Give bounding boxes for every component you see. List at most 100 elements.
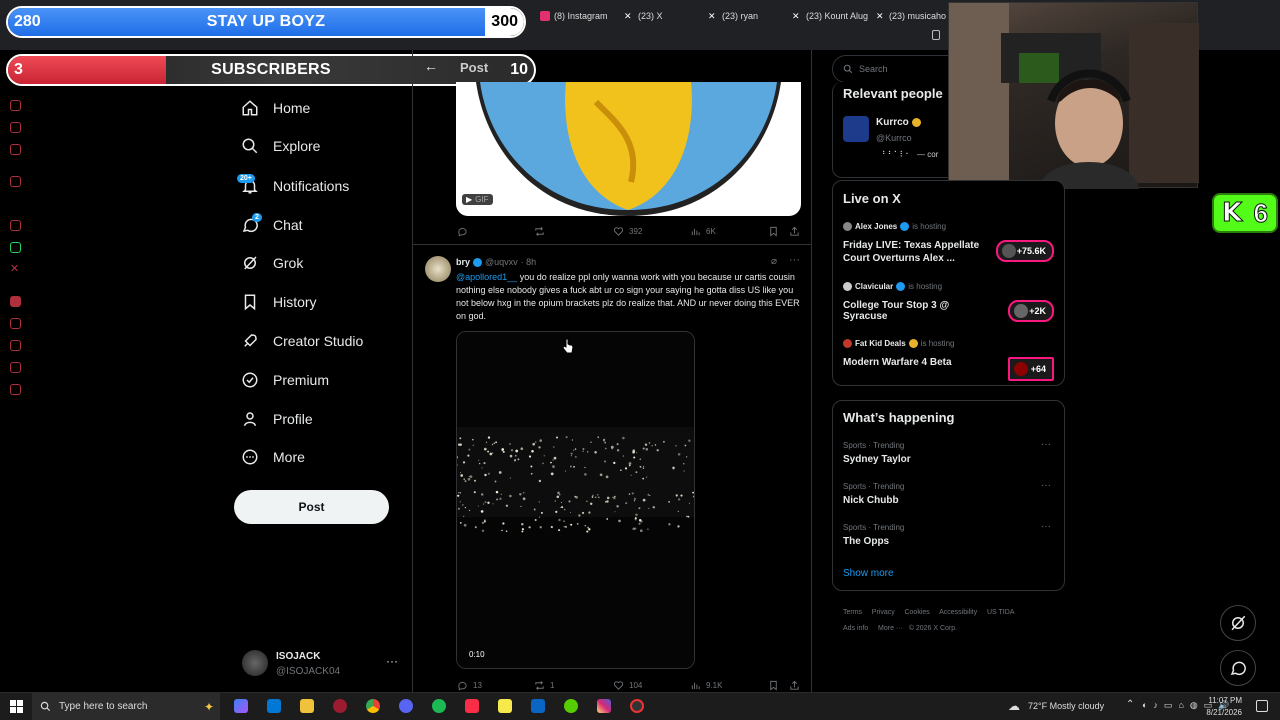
more-dots-icon[interactable]: ··· xyxy=(789,254,800,266)
copilot-icon[interactable] xyxy=(234,699,248,713)
more-dots-icon[interactable]: ··· xyxy=(1041,480,1051,491)
file-explorer-icon[interactable] xyxy=(300,699,314,713)
footer-link[interactable]: US TIDA xyxy=(987,609,1015,616)
live-host[interactable]: Fat Kid Deals is hosting xyxy=(843,339,954,348)
extension-icon[interactable] xyxy=(10,144,21,155)
whatsapp-icon[interactable] xyxy=(10,242,21,253)
windows-start-icon[interactable] xyxy=(10,700,23,713)
reply-button[interactable] xyxy=(457,226,468,237)
nav-history[interactable]: History xyxy=(241,291,317,313)
footer-link[interactable]: Ads info xyxy=(843,625,868,632)
nav-grok[interactable]: Grok xyxy=(241,252,303,274)
browser-tab[interactable]: ✕ (23) ryan xyxy=(708,6,784,26)
tray-chevron-icon[interactable]: ⌃ xyxy=(1126,699,1134,710)
reply-button[interactable]: 13 xyxy=(457,680,482,691)
clock-date[interactable]: 8/21/2026 xyxy=(1202,708,1242,717)
footer-link[interactable]: Terms xyxy=(843,609,862,616)
chat-float-button[interactable] xyxy=(1220,650,1256,686)
browser-tab[interactable]: ✕ (23) Kount Alug xyxy=(792,6,868,26)
browser-tab[interactable]: (8) Instagram xyxy=(540,6,608,26)
live-title[interactable]: College Tour Stop 3 @ Syracuse xyxy=(843,300,993,322)
extension-icon[interactable] xyxy=(10,122,21,133)
nav-chat[interactable]: Chat xyxy=(241,214,303,236)
chrome-icon[interactable] xyxy=(366,699,380,713)
bookmark-icon[interactable] xyxy=(932,30,940,40)
app-icon[interactable] xyxy=(333,699,347,713)
footer-link[interactable]: Accessibility xyxy=(939,609,977,616)
trend-topic[interactable]: Nick Chubb xyxy=(843,495,899,506)
extension-icon[interactable] xyxy=(10,100,21,111)
store-icon[interactable] xyxy=(267,699,281,713)
like-button[interactable]: 104 xyxy=(613,680,642,691)
extension-icon[interactable] xyxy=(10,176,21,187)
discord-icon[interactable] xyxy=(399,699,413,713)
extension-icon[interactable] xyxy=(10,362,21,373)
show-more-link[interactable]: Show more xyxy=(843,568,894,579)
live-host[interactable]: Clavicular is hosting xyxy=(843,282,942,291)
browser-tab[interactable]: ✕ (23) X xyxy=(624,6,663,26)
nav-explore[interactable]: Explore xyxy=(241,135,320,157)
trend-topic[interactable]: Sydney Taylor xyxy=(843,454,911,465)
trend-topic[interactable]: The Opps xyxy=(843,536,889,547)
mention-link[interactable]: @apollored1__ xyxy=(456,272,517,282)
live-listeners-pill[interactable]: +64 xyxy=(1008,357,1054,381)
more-dots-icon[interactable]: ··· xyxy=(1041,439,1051,450)
grok-icon[interactable]: ⌀ xyxy=(771,256,777,267)
extension-icon[interactable] xyxy=(10,318,21,329)
instagram-icon[interactable] xyxy=(597,699,611,713)
notification-center-icon[interactable] xyxy=(1256,700,1268,712)
nav-profile[interactable]: Profile xyxy=(241,408,313,430)
views-button[interactable]: 6K xyxy=(690,226,716,237)
bookmark-button[interactable] xyxy=(768,226,779,237)
app-icon[interactable] xyxy=(531,699,545,713)
footer-link[interactable]: Privacy xyxy=(872,609,895,616)
browser-tab[interactable]: ✕ (23) musicaho xyxy=(876,6,946,26)
weather-text[interactable]: 72°F Mostly cloudy xyxy=(1028,701,1104,711)
extension-icon[interactable] xyxy=(10,296,21,307)
live-listeners-pill[interactable]: +75.6K xyxy=(996,240,1054,262)
more-dots-icon[interactable]: ··· xyxy=(386,654,398,668)
duolingo-icon[interactable] xyxy=(564,699,578,713)
nav-home[interactable]: Home xyxy=(241,97,310,119)
live-listeners-pill[interactable]: +2K xyxy=(1008,300,1054,322)
repost-button[interactable] xyxy=(534,226,545,237)
avatar[interactable] xyxy=(242,650,268,676)
music-icon[interactable] xyxy=(465,699,479,713)
like-button[interactable]: 392 xyxy=(613,226,642,237)
share-button[interactable] xyxy=(789,226,800,237)
x-logo-icon[interactable]: ✕ xyxy=(10,262,19,275)
taskbar-search[interactable]: Type here to search ✦ xyxy=(32,693,220,720)
author-handle[interactable]: @uqvxv xyxy=(485,257,518,267)
nav-notifications[interactable]: Notifications xyxy=(241,175,349,197)
extension-icon[interactable] xyxy=(10,220,21,231)
gif-media[interactable]: ▶ GIF xyxy=(456,82,801,216)
live-host[interactable]: Alex Jones is hosting xyxy=(843,222,946,231)
post-button[interactable]: Post xyxy=(234,490,389,524)
bookmark-button[interactable] xyxy=(768,680,779,691)
grok-float-button[interactable] xyxy=(1220,605,1256,641)
live-title[interactable]: Modern Warfare 4 Beta xyxy=(843,357,993,368)
clock-time[interactable]: 11:07 PM xyxy=(1206,696,1242,705)
person-name[interactable]: Kurrco xyxy=(876,117,921,128)
live-title[interactable]: Friday LIVE: Texas Appellate Court Overt… xyxy=(843,239,991,265)
video-player[interactable]: 0:10 xyxy=(456,331,695,669)
spotify-icon[interactable] xyxy=(432,699,446,713)
footer-link[interactable]: More ··· xyxy=(878,625,903,632)
weather-icon[interactable]: ☁ xyxy=(1008,699,1020,713)
nav-more[interactable]: More xyxy=(241,446,305,468)
avatar[interactable] xyxy=(425,256,451,282)
obs-icon[interactable] xyxy=(630,699,644,713)
views-button[interactable]: 9.1K xyxy=(690,680,722,691)
settings-icon[interactable] xyxy=(10,384,21,395)
nav-premium[interactable]: Premium xyxy=(241,369,329,391)
author-name[interactable]: bry xyxy=(456,257,470,267)
share-button[interactable] xyxy=(789,680,800,691)
more-dots-icon[interactable]: ··· xyxy=(1041,521,1051,532)
tweet-time[interactable]: · 8h xyxy=(521,257,537,267)
avatar[interactable] xyxy=(843,116,869,142)
footer-link[interactable]: Cookies xyxy=(904,609,929,616)
repost-button[interactable]: 1 xyxy=(534,680,554,691)
sticky-notes-icon[interactable] xyxy=(498,699,512,713)
extension-icon[interactable] xyxy=(10,340,21,351)
nav-creator-studio[interactable]: Creator Studio xyxy=(241,330,363,352)
